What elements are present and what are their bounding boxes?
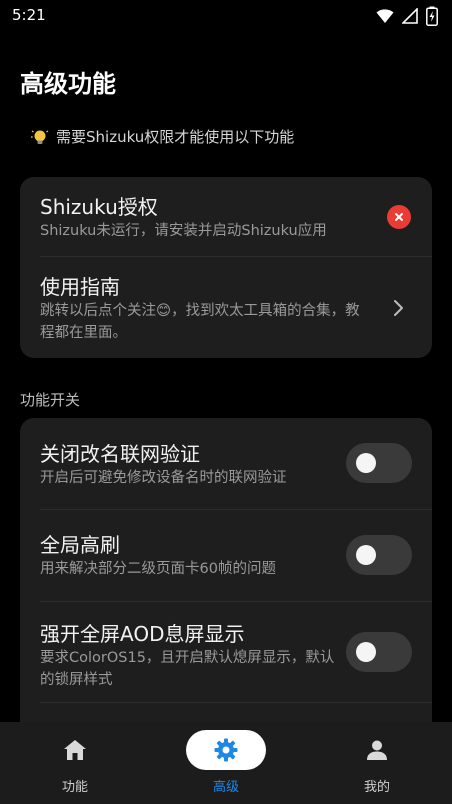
item-title: 关闭改名联网验证 [40,442,200,466]
user-guide-subtitle: 跳转以后点个关注😊，找到欢太工具箱的合集，教程都在里面。 [40,303,360,341]
item-subtitle: 要求ColorOS15，且开启默认熄屏显示，默认的锁屏样式 [40,650,335,688]
force-aod-item: 强开全屏AOD息屏显示 要求ColorOS15，且开启默认熄屏显示，默认的锁屏样… [20,602,432,702]
gear-icon [214,738,238,762]
status-bar: 5:21 [0,0,452,32]
toggle-knob [356,642,376,662]
shizuku-auth-item[interactable]: Shizuku授权 Shizuku未运行，请安装并启动Shizuku应用 [20,177,432,257]
home-icon [64,740,86,760]
shizuku-card: Shizuku授权 Shizuku未运行，请安装并启动Shizuku应用 使用指… [20,177,432,358]
section-label: 功能开关 [20,391,81,409]
status-icons [376,6,438,26]
nav-tab-features[interactable]: 功能 [0,722,150,804]
error-x-icon [387,205,411,229]
nav-label-advanced: 高级 [212,780,239,795]
toggle-knob [356,545,376,565]
user-guide-title: 使用指南 [40,275,120,299]
shizuku-notice: 需要Shizuku权限才能使用以下功能 [30,126,294,147]
bottom-nav: 功能 高级 我的 [0,722,452,804]
disable-rename-verify-item: 关闭改名联网验证 开启后可避免修改设备名时的联网验证 [20,418,432,509]
chevron-right-icon [394,300,403,316]
nav-tab-advanced[interactable]: 高级 [151,722,301,804]
force-aod-toggle[interactable] [346,632,412,672]
user-guide-item[interactable]: 使用指南 跳转以后点个关注😊，找到欢太工具箱的合集，教程都在里面。 [20,257,432,358]
battery-charging-icon [426,6,438,26]
item-title: 强开全屏AOD息屏显示 [40,622,245,646]
person-icon [367,740,387,760]
nav-label-features: 功能 [61,780,88,795]
feature-switch-card: 关闭改名联网验证 开启后可避免修改设备名时的联网验证 全局高刷 用来解决部分二级… [20,418,432,738]
status-time: 5:21 [12,6,46,24]
page-title: 高级功能 [20,70,116,98]
item-subtitle: 用来解决部分二级页面卡60帧的问题 [40,561,276,577]
high-refresh-toggle[interactable] [346,535,412,575]
shizuku-auth-title: Shizuku授权 [40,195,158,219]
rename-verify-toggle[interactable] [346,443,412,483]
nav-icon-wrap [337,730,417,770]
cellular-signal-icon [402,8,418,24]
nav-icon-wrap-active [186,730,266,770]
divider [40,702,432,703]
nav-tab-mine[interactable]: 我的 [302,722,452,804]
nav-icon-wrap [35,730,115,770]
shizuku-auth-subtitle: Shizuku未运行，请安装并启动Shizuku应用 [40,223,327,239]
nav-label-mine: 我的 [363,780,390,795]
wifi-icon [376,9,394,23]
bulb-icon [31,129,49,144]
item-title: 全局高刷 [40,533,120,557]
toggle-knob [356,453,376,473]
item-subtitle: 开启后可避免修改设备名时的联网验证 [40,470,287,486]
notice-text: 需要Shizuku权限才能使用以下功能 [56,128,295,146]
global-high-refresh-item: 全局高刷 用来解决部分二级页面卡60帧的问题 [20,510,432,601]
